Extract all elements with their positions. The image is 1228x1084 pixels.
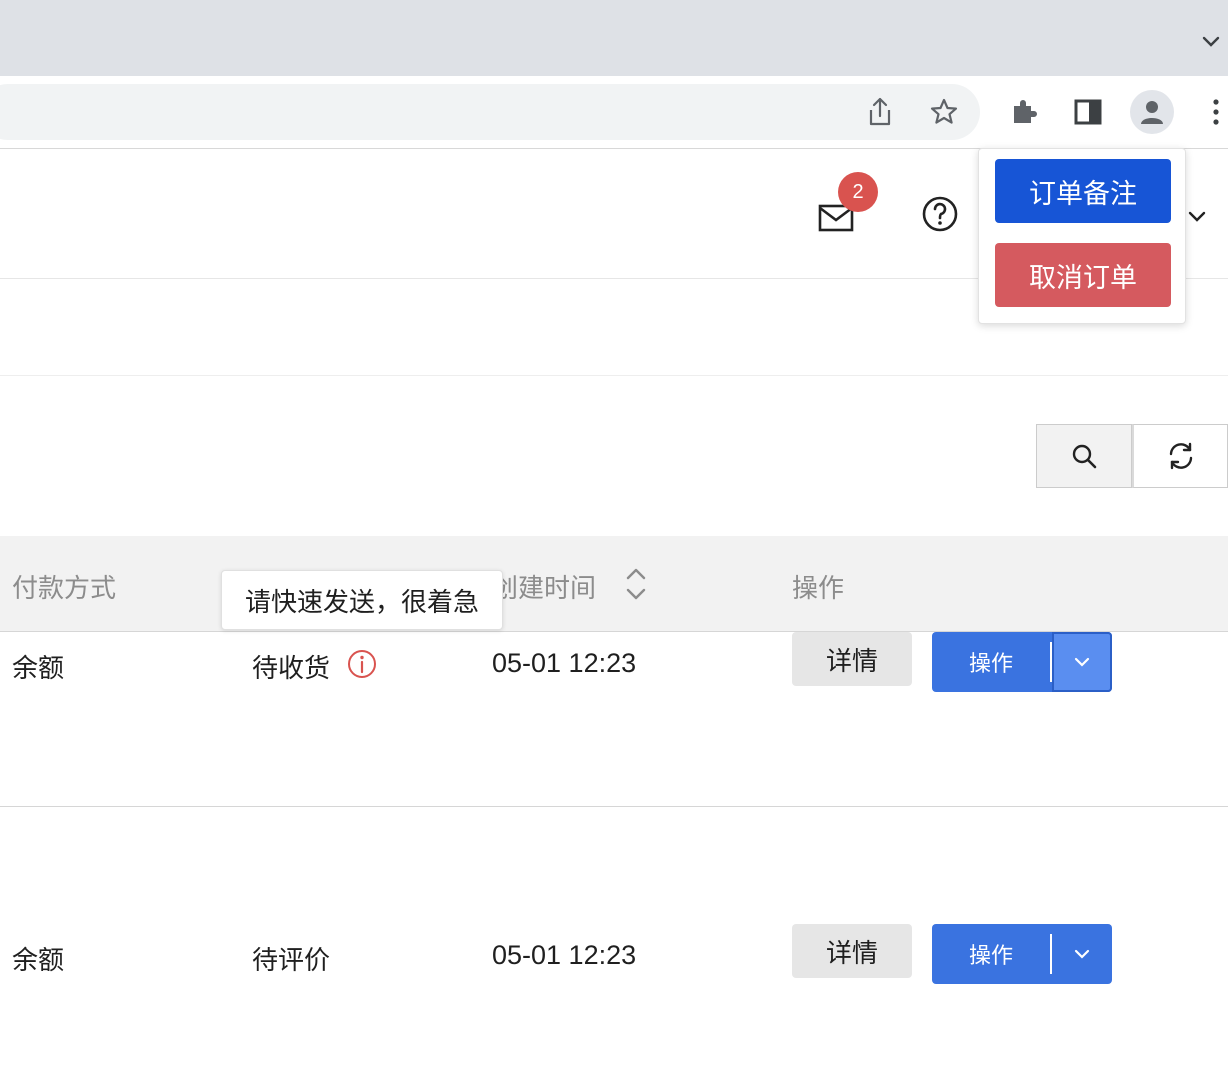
cell-status: 待评价 [252, 946, 331, 976]
cell-payment: 余额 [12, 654, 65, 684]
search-button[interactable] [1036, 424, 1132, 488]
cell-created-time: 05-01 12:23 [492, 940, 637, 970]
table-tools [1036, 424, 1228, 488]
chevron-down-icon [1074, 949, 1090, 959]
table-header: 付款方式 创建时间 操作 [0, 536, 1228, 632]
profile-avatar-icon[interactable] [1130, 90, 1174, 134]
info-icon[interactable] [346, 648, 378, 680]
browser-tabstrip [0, 0, 1228, 76]
user-menu-chevron-icon[interactable] [1186, 206, 1208, 228]
detail-button[interactable]: 详情 [792, 924, 912, 978]
sort-icon[interactable] [622, 566, 650, 602]
action-dropdown-toggle[interactable] [1052, 924, 1112, 984]
refresh-icon [1169, 442, 1192, 470]
help-icon[interactable] [920, 194, 960, 234]
bookmark-star-icon[interactable] [928, 96, 960, 128]
browser-toolbar [0, 76, 1228, 149]
table-row: 余额 待评价 05-01 12:23 详情 操作 [0, 808, 1228, 1084]
side-panel-icon[interactable] [1072, 96, 1104, 128]
cancel-order-button[interactable]: 取消订单 [995, 243, 1171, 307]
detail-button[interactable]: 详情 [792, 632, 912, 686]
action-dropdown-menu: 订单备注 取消订单 [978, 148, 1186, 324]
column-header-payment: 付款方式 [12, 574, 117, 604]
action-split-button: 操作 [932, 632, 1112, 692]
refresh-button[interactable] [1132, 424, 1228, 488]
cell-status: 待收货 [252, 654, 331, 684]
order-note-button[interactable]: 订单备注 [995, 159, 1171, 223]
column-header-actions: 操作 [792, 574, 845, 604]
status-tooltip: 请快速发送，很着急 [221, 570, 503, 630]
browser-menu-icon[interactable] [1200, 96, 1228, 128]
table-row: 余额 待收货 05-01 12:23 详情 操作 [0, 632, 1228, 807]
action-split-button: 操作 [932, 924, 1112, 984]
mail-unread-badge: 2 [838, 172, 878, 212]
action-dropdown-toggle[interactable] [1052, 632, 1112, 692]
action-button[interactable]: 操作 [932, 632, 1050, 692]
search-icon [1072, 444, 1097, 469]
cell-created-time: 05-01 12:23 [492, 648, 637, 678]
extensions-puzzle-icon[interactable] [1008, 96, 1040, 128]
column-header-created[interactable]: 创建时间 [492, 568, 596, 605]
share-icon[interactable] [864, 96, 896, 128]
address-bar[interactable] [0, 84, 980, 140]
chevron-down-icon [1074, 657, 1090, 667]
cell-payment: 余额 [12, 946, 65, 976]
action-button[interactable]: 操作 [932, 924, 1050, 984]
tab-search-chevron-icon[interactable] [1200, 30, 1222, 52]
